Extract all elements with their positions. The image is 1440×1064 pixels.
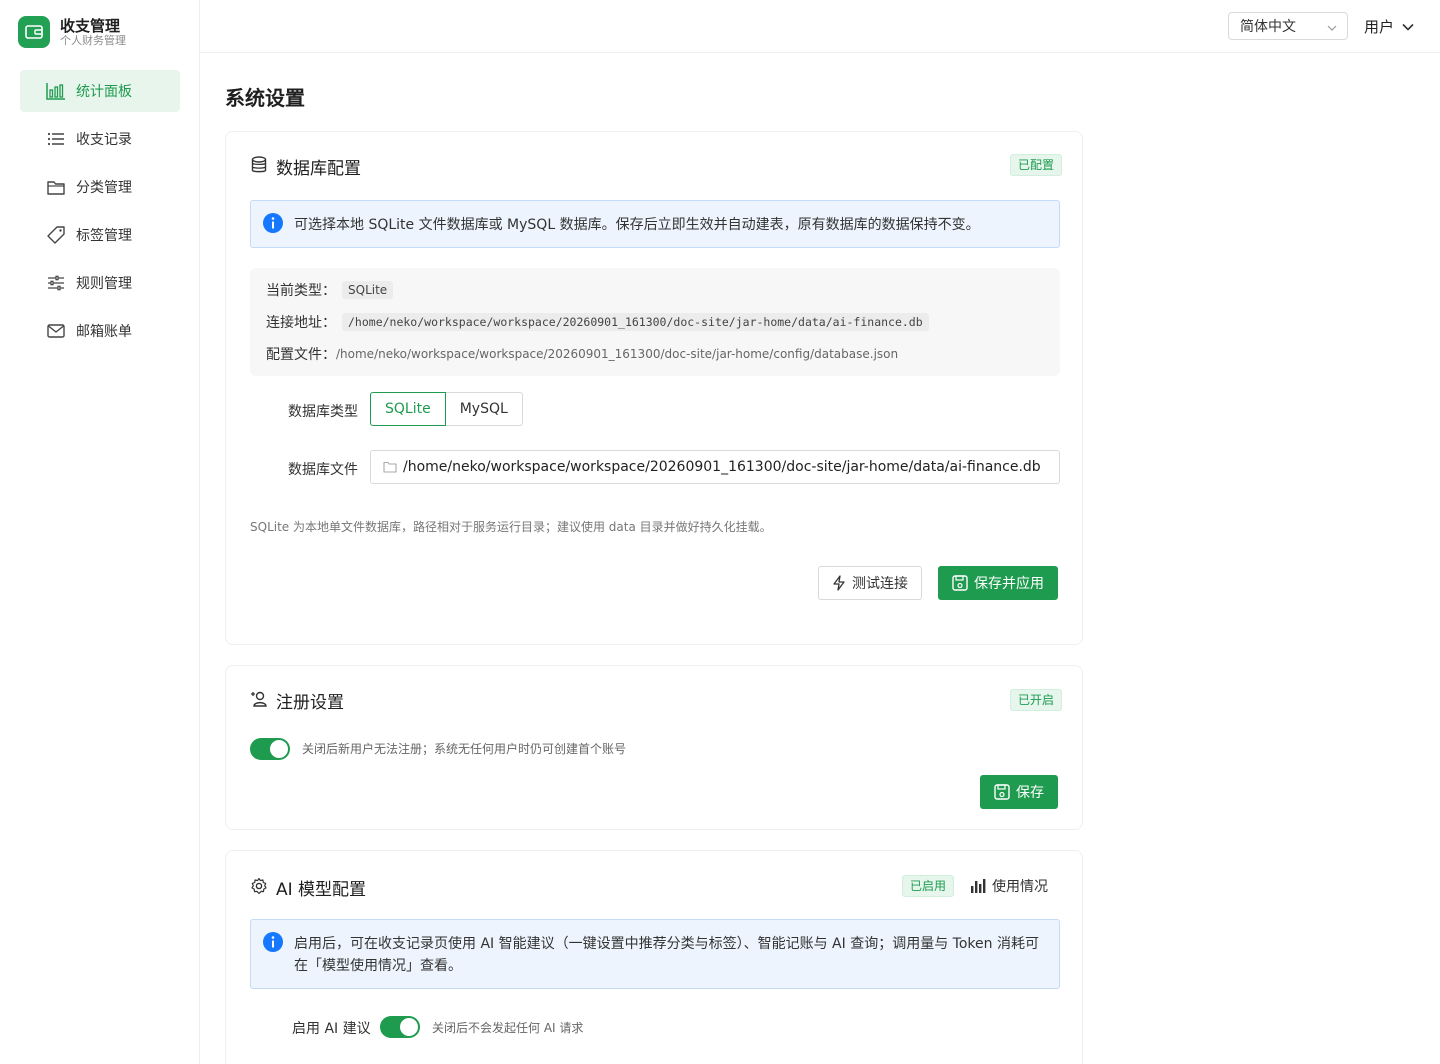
chevron-down-icon <box>1402 18 1414 36</box>
sliders-icon <box>46 273 66 293</box>
status-badge: 已配置 <box>1010 154 1063 176</box>
status-badge: 已开启 <box>1010 689 1063 711</box>
registration-card: 注册设置 已开启 关闭后新用户无法注册；系统无任何用户时仍可创建首个账号 保存 <box>225 665 1083 830</box>
info-text-line1: 启用后，可在收支记录页使用 AI 智能建议（一键设置中推荐分类与标签）、智能记账… <box>294 936 1039 952</box>
page-title: 系统设置 <box>225 86 305 110</box>
sidebar-item-label: 标签管理 <box>76 228 132 244</box>
sidebar-item-label: 分类管理 <box>76 180 132 196</box>
chevron-down-icon <box>1327 21 1337 37</box>
info-text-line2: 在「模型使用情况」查看。 <box>294 958 462 974</box>
save-label: 保存 <box>1016 785 1044 801</box>
sidebar-item-mail-bills[interactable]: 邮箱账单 <box>20 310 180 352</box>
db-file-value: /home/neko/workspace/workspace/20260901_… <box>403 459 1041 475</box>
save-icon <box>994 784 1010 800</box>
save-apply-label: 保存并应用 <box>974 576 1044 592</box>
gear-icon <box>250 877 268 899</box>
sidebar-item-rules[interactable]: 规则管理 <box>20 262 180 304</box>
sidebar-item-dashboard[interactable]: 统计面板 <box>20 70 180 112</box>
folder-icon <box>46 177 66 197</box>
sidebar: 收支管理 个人财务管理 统计面板 收支记录 分类管理 标签管理 规则管理 邮箱账… <box>0 0 200 1064</box>
db-type-segmented: SQLite MySQL <box>370 392 523 426</box>
status-badge: 已启用 <box>902 875 955 897</box>
mail-icon <box>46 321 66 341</box>
db-type-sqlite-option[interactable]: SQLite <box>370 392 446 426</box>
current-type-label: 当前类型： <box>266 283 336 299</box>
user-menu[interactable]: 用户 <box>1364 16 1414 37</box>
db-file-input[interactable]: /home/neko/workspace/workspace/20260901_… <box>370 450 1060 484</box>
usage-link[interactable]: 使用情况 <box>970 876 1048 896</box>
registration-switch-desc: 关闭后新用户无法注册；系统无任何用户时仍可创建首个账号 <box>302 742 627 756</box>
brand-subtitle: 个人财务管理 <box>60 34 126 47</box>
registration-switch[interactable] <box>250 738 290 760</box>
connection-label: 连接地址： <box>266 315 336 331</box>
sidebar-item-tags[interactable]: 标签管理 <box>20 214 180 256</box>
info-icon <box>263 932 283 956</box>
save-apply-button[interactable]: 保存并应用 <box>938 566 1058 600</box>
ai-config-card: AI 模型配置 已启用 使用情况 启用后，可在收支记录页使用 AI 智能建议（一… <box>225 850 1083 1064</box>
bar-chart-icon <box>46 81 66 101</box>
card-title: AI 模型配置 <box>276 880 367 900</box>
sidebar-item-label: 统计面板 <box>76 84 132 100</box>
info-alert: 启用后，可在收支记录页使用 AI 智能建议（一键设置中推荐分类与标签）、智能记账… <box>250 919 1060 989</box>
sidebar-item-label: 规则管理 <box>76 276 132 292</box>
brand[interactable]: 收支管理 个人财务管理 <box>18 16 126 48</box>
test-connection-button[interactable]: 测试连接 <box>818 566 922 600</box>
card-title: 注册设置 <box>276 693 344 713</box>
db-file-label: 数据库文件 <box>288 462 358 478</box>
info-text: 可选择本地 SQLite 文件数据库或 MySQL 数据库。保存后立即生效并自动… <box>294 217 980 233</box>
folder-icon <box>383 461 397 473</box>
bar-chart-icon <box>971 879 986 893</box>
config-file-label: 配置文件： <box>266 347 336 363</box>
db-type-mysql-option[interactable]: MySQL <box>445 392 523 426</box>
db-hint: SQLite 为本地单文件数据库，路径相对于服务运行目录；建议使用 data 目… <box>250 520 772 534</box>
database-config-card: 数据库配置 已配置 可选择本地 SQLite 文件数据库或 MySQL 数据库。… <box>225 131 1083 645</box>
info-alert: 可选择本地 SQLite 文件数据库或 MySQL 数据库。保存后立即生效并自动… <box>250 200 1060 248</box>
card-title: 数据库配置 <box>276 159 361 179</box>
usage-label: 使用情况 <box>992 879 1048 895</box>
user-add-icon <box>250 690 268 712</box>
sidebar-item-label: 邮箱账单 <box>76 324 132 340</box>
enable-ai-desc: 关闭后不会发起任何 AI 请求 <box>432 1021 584 1035</box>
db-type-label: 数据库类型 <box>288 404 358 420</box>
enable-ai-label: 启用 AI 建议 <box>292 1021 371 1037</box>
sidebar-item-label: 收支记录 <box>76 132 132 148</box>
database-icon <box>250 155 268 178</box>
save-icon <box>952 575 968 591</box>
info-icon <box>263 213 283 237</box>
language-select[interactable]: 简体中文 <box>1228 12 1348 40</box>
user-label: 用户 <box>1364 18 1395 36</box>
top-header: 简体中文 用户 <box>200 0 1440 53</box>
wallet-icon <box>18 16 50 48</box>
save-button[interactable]: 保存 <box>980 775 1058 809</box>
tag-icon <box>46 225 66 245</box>
enable-ai-switch[interactable] <box>380 1016 420 1038</box>
sidebar-nav: 统计面板 收支记录 分类管理 标签管理 规则管理 邮箱账单 <box>20 70 180 358</box>
test-connection-label: 测试连接 <box>852 576 908 592</box>
lightning-icon <box>833 575 845 591</box>
sidebar-item-categories[interactable]: 分类管理 <box>20 166 180 208</box>
brand-title: 收支管理 <box>60 17 121 35</box>
list-icon <box>46 129 66 149</box>
sidebar-item-records[interactable]: 收支记录 <box>20 118 180 160</box>
current-config-box: 当前类型： SQLite 连接地址： /home/neko/workspace/… <box>250 268 1060 376</box>
config-file-value: /home/neko/workspace/workspace/20260901_… <box>336 347 899 361</box>
language-value: 简体中文 <box>1240 19 1296 35</box>
connection-value: /home/neko/workspace/workspace/20260901_… <box>342 313 929 331</box>
current-type-value: SQLite <box>342 281 394 299</box>
